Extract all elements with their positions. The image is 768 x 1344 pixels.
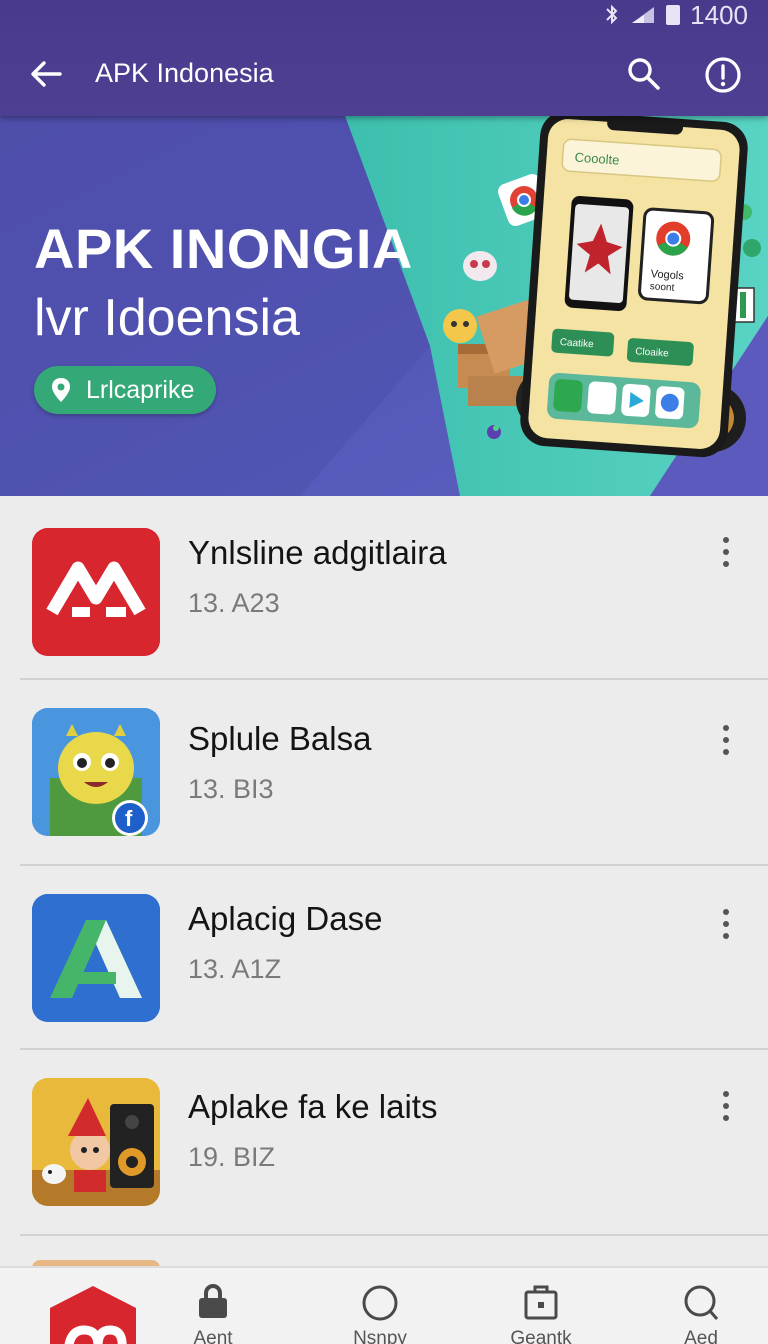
location-chip-label: Lrlcaprike [86, 376, 195, 404]
divider [20, 1048, 768, 1050]
nav-item-geantk[interactable]: Geantk [466, 1268, 616, 1344]
nav-item-nsnpy[interactable]: Nsnpy [305, 1268, 455, 1344]
hero-banner[interactable]: APK INONGIA lvr Idoensia Lrlcaprike Cooo… [0, 116, 768, 496]
signal-icon [632, 7, 655, 23]
more-vert-icon[interactable] [712, 906, 740, 942]
app-version: 13. A1Z [188, 954, 282, 984]
android-mascot-icon: f [32, 708, 160, 836]
circle-icon [362, 1285, 398, 1321]
list-item[interactable]: Ynlsline adgitlaira 13. A23 [0, 496, 768, 680]
divider [20, 1234, 768, 1236]
letter-a-icon [32, 894, 160, 1022]
bluetooth-icon [606, 4, 618, 25]
hero-subtitle: lvr Idoensia [34, 289, 300, 347]
app-name: Aplacig Dase [188, 900, 383, 937]
list-item[interactable]: f Splule Balsa 13. BI3 [0, 682, 768, 866]
search-icon [684, 1285, 719, 1320]
bottom-nav: Aent Nsnpy Geantk Aed [0, 1266, 768, 1344]
hero-title: APK INONGIA [34, 217, 413, 280]
red-monogram-icon [32, 528, 160, 656]
status-time: 1400 [690, 0, 748, 30]
search-icon[interactable] [624, 54, 664, 94]
app-name: Aplake fa ke laits [188, 1088, 438, 1125]
cartoon-speaker-icon [32, 1078, 160, 1206]
brand-logo-icon[interactable] [48, 1286, 138, 1344]
phone-search-text: Cooolte [574, 150, 620, 168]
nav-label: Geantk [510, 1328, 572, 1344]
nav-label: Nsnpy [353, 1328, 407, 1344]
nav-label: Aent [193, 1328, 233, 1344]
divider [20, 678, 768, 680]
svg-text:soont: soont [649, 281, 674, 294]
app-name: Splule Balsa [188, 720, 372, 757]
info-icon[interactable] [702, 54, 744, 96]
app-version: 19. BIZ [188, 1142, 276, 1172]
toolbar: APK Indonesia [0, 40, 768, 108]
app-bar: 1400 APK Indonesia [0, 0, 768, 116]
app-title: APK Indonesia [95, 58, 274, 88]
nav-item-aed[interactable]: Aed [626, 1268, 768, 1344]
list-item[interactable]: Aplake fa ke laits 19. BIZ [0, 1052, 768, 1236]
app-version: 13. A23 [188, 588, 280, 618]
status-bar: 1400 [604, 0, 748, 30]
more-vert-icon[interactable] [712, 1088, 740, 1124]
phone-illustration: Cooolte Vogols soont Caatike Cloaike [443, 116, 761, 458]
svg-text:f: f [125, 806, 133, 831]
battery-icon [666, 5, 681, 25]
phone-card-text: Vogols [650, 268, 684, 282]
robot-sticker-icon [463, 251, 497, 281]
list-item[interactable]: Aplacig Dase 13. A1Z [0, 866, 768, 1050]
location-pin-icon [52, 378, 70, 402]
bag-icon [199, 1284, 227, 1318]
more-vert-icon[interactable] [712, 722, 740, 758]
briefcase-icon [524, 1285, 558, 1320]
back-arrow-icon[interactable] [26, 54, 66, 94]
nav-label: Aed [684, 1328, 718, 1344]
svg-text:Cloaike: Cloaike [635, 346, 669, 359]
location-chip[interactable]: Lrlcaprike [34, 366, 217, 414]
app-name: Ynlsline adgitlaira [188, 534, 447, 571]
more-vert-icon[interactable] [712, 534, 740, 570]
app-version: 13. BI3 [188, 774, 274, 804]
nav-item-aent[interactable]: Aent [138, 1268, 288, 1344]
cat-sticker-icon [443, 309, 477, 343]
